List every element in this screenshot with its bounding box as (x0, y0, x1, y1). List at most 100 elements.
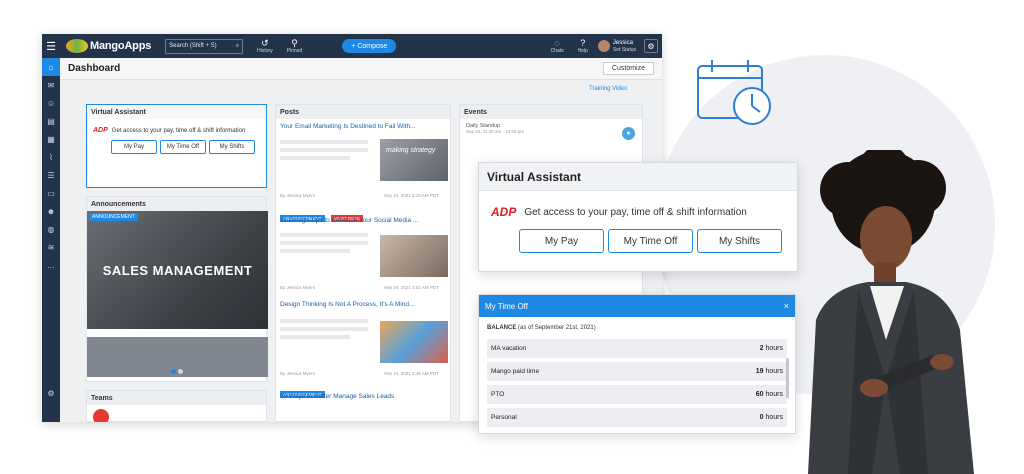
pinned-label: Pinned (286, 48, 303, 54)
team-logo[interactable] (93, 409, 109, 422)
apps-icon: ≋ (47, 242, 55, 252)
balance-date: (as of September 21st, 2021) (518, 325, 596, 331)
post-date: Sep 16, 2021 3:01 AM PDT (384, 285, 439, 290)
files-icon: ▤ (47, 116, 55, 126)
carousel-dot[interactable] (171, 369, 176, 374)
mango-logo-icon (66, 39, 88, 53)
feed-icon: ☰ (47, 170, 55, 180)
text-placeholder (280, 233, 368, 237)
carousel-dots[interactable] (171, 369, 183, 374)
calendar-icon: ▦ (47, 134, 55, 144)
leave-unit: hours (765, 345, 783, 352)
history-label: History (257, 48, 273, 54)
avatar (597, 40, 610, 52)
text-placeholder (280, 140, 368, 144)
announcement-banner[interactable]: ANNOUNCEMENT SALES MANAGEMENT (87, 211, 268, 329)
post-author: By Jessica Myers (280, 371, 316, 376)
set-status-link[interactable]: Set Status (613, 47, 636, 53)
sidebar-item-feed[interactable]: ☰ (42, 166, 60, 184)
sidebar-item-inbox[interactable]: ✉ (42, 76, 60, 94)
post-thumbnail[interactable] (380, 235, 448, 277)
leave-type: Mango paid time (491, 368, 540, 375)
sidebar-item-calendar[interactable]: ▦ (42, 130, 60, 148)
my-time-off-button[interactable]: My Time Off (608, 229, 693, 253)
leave-type: Personal (491, 414, 517, 421)
customize-button[interactable]: Customize (602, 62, 654, 75)
post-title[interactable]: 11 Design Tips to Enhance Your Social Me… (276, 213, 422, 224)
leave-value: 19 (755, 368, 764, 375)
pages-icon: ▭ (47, 188, 55, 198)
leave-value: 60 (755, 391, 764, 398)
virtual-assistant-card: Virtual Assistant ADP Get access to your… (478, 162, 798, 272)
logo-text: MangoApps (90, 40, 152, 52)
my-time-off-card: My Time Off × BALANCE (as of September 2… (478, 294, 796, 434)
page-title: Dashboard (68, 63, 121, 74)
sidebar-item-home[interactable]: ⌂ (42, 58, 60, 76)
sidebar-item-more[interactable]: … (42, 256, 60, 274)
training-video-link[interactable]: Training Video (589, 86, 627, 92)
text-placeholder (280, 148, 368, 152)
sidebar-item-analytics[interactable]: ⌇ (42, 148, 60, 166)
leave-type: MA vacation (491, 345, 527, 352)
sidebar-item-apps[interactable]: ≋ (42, 238, 60, 256)
settings-gear-icon[interactable]: ⚙ (644, 39, 658, 53)
inbox-icon: ✉ (47, 80, 55, 90)
compose-button[interactable]: + Compose (342, 39, 397, 53)
my-time-off-button[interactable]: My Time Off (160, 140, 206, 154)
thumbnail-text: making strategy (386, 147, 436, 154)
pinned-button[interactable]: ⚲ Pinned (287, 38, 303, 54)
banner-text: SALES MANAGEMENT (102, 263, 253, 278)
hamburger-menu-icon[interactable]: ☰ (42, 34, 60, 58)
leave-value: 0 (759, 414, 764, 421)
post-title[interactable]: Your Email Marketing Is Destined to Fail… (276, 119, 450, 130)
my-shifts-button[interactable]: My Shifts (209, 140, 255, 154)
text-placeholder (280, 327, 368, 331)
post-thumbnail[interactable] (380, 321, 448, 363)
marketing-scene: ☰ MangoApps Search (Shift + S) ⌕ ↺ Histo… (0, 0, 1024, 474)
search-input[interactable]: Search (Shift + S) ⌕ (165, 38, 244, 54)
adp-logo: ADP (491, 205, 517, 219)
woman-with-tablet-illustration (808, 150, 974, 474)
sidebar-item-pages[interactable]: ▭ (42, 184, 60, 202)
app-logo[interactable]: MangoApps (66, 39, 151, 53)
chart-icon: ⌇ (49, 152, 53, 162)
left-sidebar: ⌂ ✉ ☺ ▤ ▦ ⌇ ☰ ▭ ☻ ◍ ≋ … ⚙ (42, 58, 60, 422)
list-item[interactable]: Your Email Marketing Is Destined to Fail… (276, 119, 450, 198)
help-button[interactable]: ? Help (578, 38, 588, 54)
text-placeholder (280, 335, 350, 339)
post-title[interactable]: Design Thinking Is Not A Process, It's A… (276, 297, 418, 308)
post-date: Sep 16, 2021 2:46 AM PDT (384, 371, 439, 376)
sidebar-item-files[interactable]: ▤ (42, 112, 60, 130)
widget-title: Events (460, 105, 642, 119)
card-title: My Time Off (485, 301, 528, 311)
carousel-dot[interactable] (178, 369, 183, 374)
top-navbar: ☰ MangoApps Search (Shift + S) ⌕ ↺ Histo… (42, 34, 662, 58)
sidebar-item-settings[interactable]: ⚙ (42, 384, 60, 402)
sidebar-item-people[interactable]: ☺ (42, 94, 60, 112)
more-icon: … (47, 260, 55, 270)
event-item[interactable]: Daily Standup Sep 24, 11:30 am - 12:00 p… (460, 119, 642, 138)
user-name: Jessica (612, 39, 633, 46)
search-placeholder: Search (Shift + S) (169, 43, 217, 49)
user-menu[interactable]: Jessica Set Status (597, 39, 636, 53)
teams-widget: Teams (86, 390, 267, 422)
sidebar-item-profile[interactable]: ☻ (42, 202, 60, 220)
history-icon: ↺ (261, 38, 269, 48)
post-thumbnail[interactable]: making strategy (380, 139, 448, 181)
virtual-assistant-widget: Virtual Assistant ADP Get access to your… (86, 104, 267, 188)
post-title[interactable]: 10 Ways to Better Manage Sales Leads (276, 389, 398, 400)
my-pay-button[interactable]: My Pay (111, 140, 157, 154)
my-shifts-button[interactable]: My Shifts (697, 229, 782, 253)
widget-title: Teams (87, 391, 266, 405)
pin-icon: ⚲ (291, 38, 298, 48)
leave-type: PTO (491, 391, 505, 398)
video-call-icon[interactable]: ● (622, 127, 635, 140)
chats-button[interactable]: ◌ Chats (551, 38, 564, 54)
home-icon: ⌂ (48, 62, 54, 72)
sidebar-item-globe[interactable]: ◍ (42, 220, 60, 238)
history-button[interactable]: ↺ History (257, 38, 273, 54)
text-placeholder (280, 156, 350, 160)
my-pay-button[interactable]: My Pay (519, 229, 604, 253)
announcement-tag: ANNOUNCEMENT (89, 213, 138, 221)
settings-icon: ⚙ (47, 388, 55, 398)
